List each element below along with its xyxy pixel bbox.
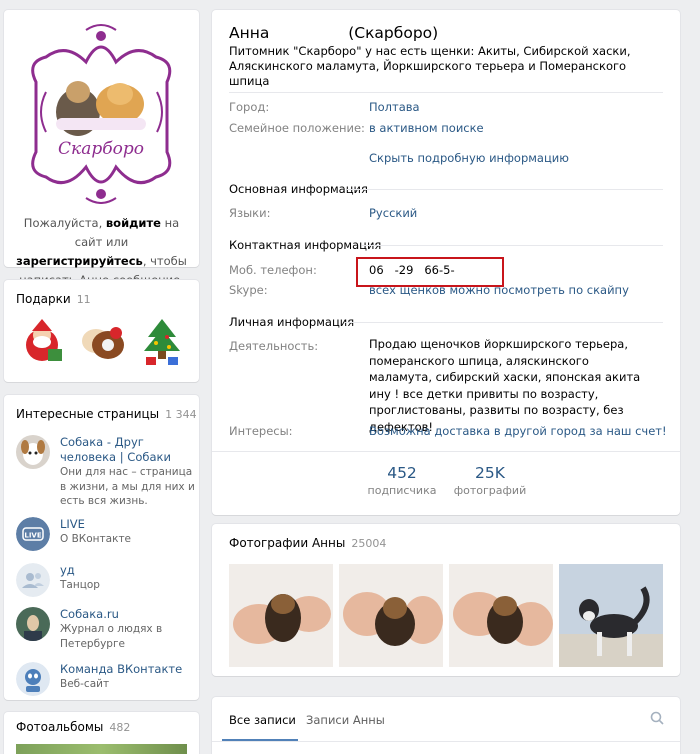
page-title: Анна (Скарборо) <box>229 24 439 42</box>
divider <box>347 189 663 190</box>
lang-link[interactable]: Русский <box>369 205 417 222</box>
hide-info-link[interactable]: Скрыть подробную информацию <box>369 150 569 167</box>
activity-value: Продаю щеночков йоркширского терьера, по… <box>369 337 641 434</box>
photo-thumbnail[interactable] <box>449 564 553 667</box>
photos-card: Фотографии Анны 25004 <box>212 524 680 676</box>
svg-text:Скарборо: Скарборо <box>58 139 144 159</box>
page-desc: Они для нас – страница в жизни, а мы для… <box>60 466 195 507</box>
activity-label: Деятельность: <box>229 339 319 353</box>
interesting-pages-card: Интересные страницы 1 344 Собака - Друг ч… <box>4 395 199 700</box>
register-link[interactable]: зарегистрируйтесь <box>16 254 143 268</box>
contact-info-header: Контактная информация <box>229 238 382 252</box>
list-item[interactable]: LIVE LIVE О ВКонтакте <box>16 517 191 553</box>
family-link[interactable]: в активном поиске <box>369 120 484 137</box>
photos-counter[interactable]: 25K фотографий <box>450 464 530 497</box>
phone-label: Моб. телефон: <box>229 263 317 277</box>
divider <box>345 322 663 323</box>
interests-link[interactable]: Возможна доставка в другой город за наш … <box>369 423 667 440</box>
divider <box>362 245 663 246</box>
skype-link[interactable]: всех щенков можно посмотреть по скайпу <box>369 282 629 299</box>
divider <box>229 92 663 93</box>
profile-status: Питомник "Скарборо" у нас есть щенки: Ак… <box>229 44 631 88</box>
svg-text:LIVE: LIVE <box>24 532 41 540</box>
photo-thumbnail[interactable] <box>229 564 333 667</box>
list-item[interactable]: Собака.ru Журнал о людях в Петербурге <box>16 607 191 655</box>
interests-label: Интересы: <box>229 424 293 438</box>
skype-label: Skype: <box>229 283 268 297</box>
avatar[interactable] <box>16 607 50 641</box>
page-name[interactable]: Собака - Друг человека | Собаки <box>60 435 195 465</box>
interesting-pages-title[interactable]: Интересные страницы 1 344 <box>16 407 197 421</box>
page-desc: О ВКонтакте <box>60 533 132 545</box>
profile-avatar-card: Скарборо Пожалуйста, войдите на сайт или… <box>4 10 199 287</box>
tab-anna-posts[interactable]: Записи Анны <box>306 713 385 727</box>
photos-title[interactable]: Фотографии Анны 25004 <box>229 536 386 550</box>
gift-santa-icon[interactable] <box>16 315 68 367</box>
search-icon[interactable] <box>650 711 664 725</box>
avatar[interactable] <box>16 662 50 696</box>
avatar[interactable] <box>16 563 50 597</box>
login-link[interactable]: войдите <box>106 216 161 230</box>
list-item[interactable]: уд Танцор <box>16 563 191 599</box>
page-name[interactable]: LIVE <box>60 517 195 532</box>
profile-info-card: Анна (Скарборо) Питомник "Скарборо" у на… <box>212 10 680 515</box>
albums-title[interactable]: Фотоальбомы 482 <box>16 720 130 734</box>
wall-card: Все записи Записи Анны <box>212 697 680 754</box>
tab-all-posts[interactable]: Все записи <box>229 713 296 727</box>
divider <box>212 451 680 452</box>
city-label: Город: <box>229 100 270 114</box>
login-prompt: Пожалуйста, войдите на сайт или зарегист… <box>16 216 187 287</box>
page-name[interactable]: Собака.ru <box>60 607 195 622</box>
lang-label: Языки: <box>229 206 271 220</box>
gift-chocolate-icon[interactable] <box>76 315 128 367</box>
list-item[interactable]: Собака - Друг человека | Собаки Они для … <box>16 435 195 507</box>
list-item[interactable]: Команда ВКонтакте Веб-сайт <box>16 662 191 698</box>
family-label: Семейное положение: <box>229 121 365 135</box>
personal-info-header: Личная информация <box>229 315 355 329</box>
page-desc: Танцор <box>60 579 100 591</box>
album-thumbnail[interactable] <box>16 744 187 754</box>
gifts-card: Подарки 11 <box>4 280 199 382</box>
page-desc: Веб-сайт <box>60 678 110 690</box>
followers-counter[interactable]: 452 подписчика <box>362 464 442 497</box>
city-link[interactable]: Полтава <box>369 99 420 116</box>
page-name[interactable]: Команда ВКонтакте <box>60 662 195 677</box>
page-desc: Журнал о людях в Петербурге <box>60 623 163 650</box>
gift-tree-icon[interactable] <box>136 315 188 367</box>
profile-avatar-logo[interactable]: Скарборо <box>16 22 187 204</box>
albums-card: Фотоальбомы 482 <box>4 712 199 754</box>
page-name[interactable]: уд <box>60 563 195 578</box>
photo-thumbnail[interactable] <box>559 564 663 667</box>
avatar[interactable] <box>16 435 50 469</box>
gifts-title[interactable]: Подарки 11 <box>16 292 91 306</box>
photo-thumbnail[interactable] <box>339 564 443 667</box>
avatar[interactable]: LIVE <box>16 517 50 551</box>
divider <box>212 741 680 742</box>
